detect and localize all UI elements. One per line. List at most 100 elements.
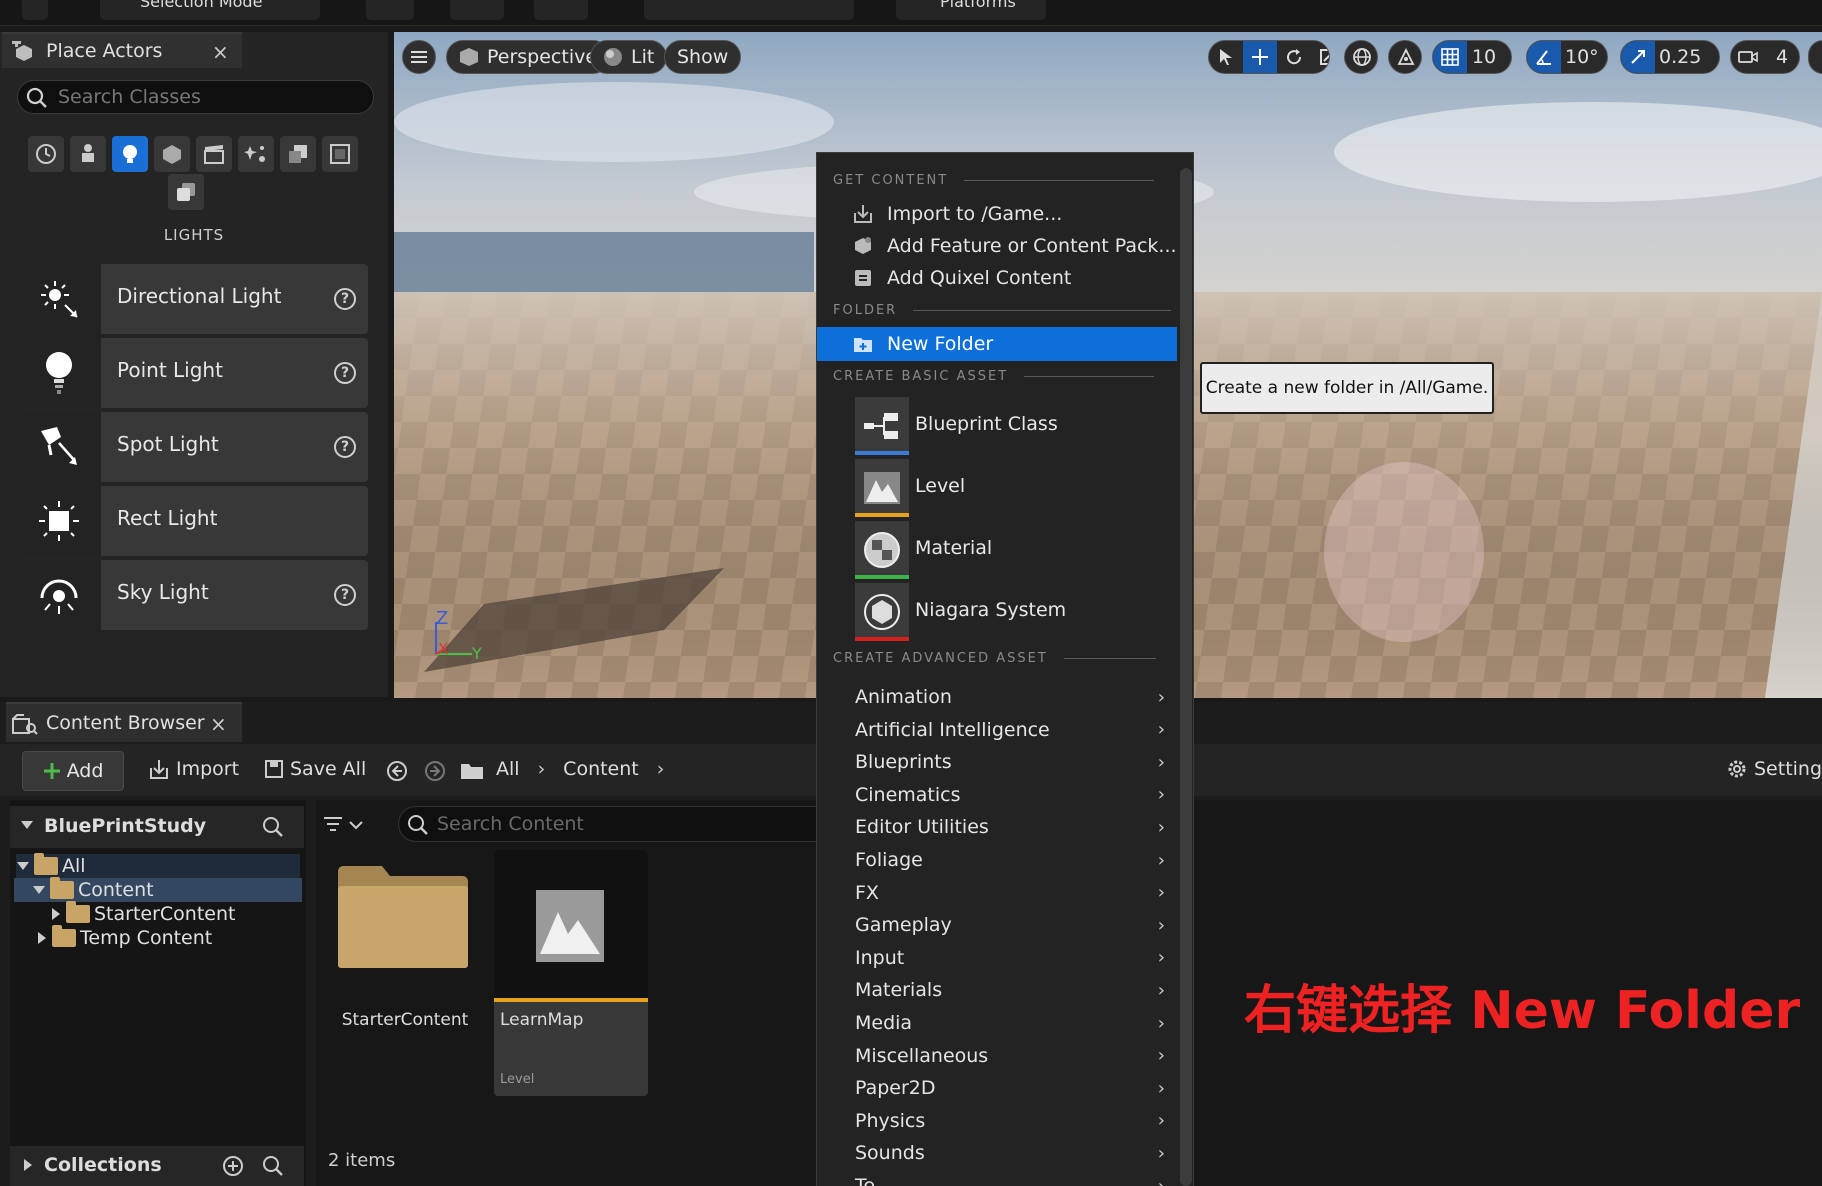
advanced-asset-item[interactable]: Miscellaneous › [855,1042,1165,1070]
menu-item-new-folder-content[interactable]: New Folder [853,333,993,355]
show-button[interactable]: Show [664,40,742,74]
menu-item-add-quixel[interactable]: Add Quixel Content [853,267,1071,289]
close-icon[interactable]: × [212,40,229,64]
lights-icon[interactable] [112,136,148,172]
save-all-button[interactable]: Save All [264,758,366,780]
rotation-snap-control[interactable]: 10° [1526,40,1608,74]
menu-item-add-feature[interactable]: Add Feature or Content Pack... [853,235,1177,257]
blueprint-class-icon [855,397,909,455]
close-icon[interactable]: × [210,712,227,736]
filter-icon[interactable] [322,814,366,836]
add-label: Add [66,760,104,782]
import-button[interactable]: Import [148,758,239,780]
advanced-asset-item[interactable]: Paper2D › [855,1074,1165,1102]
place-item-sky-light[interactable]: Sky Light ? [17,560,368,630]
select-tool-icon[interactable] [1209,41,1243,73]
add-actor-icon[interactable] [366,0,414,20]
lit-button[interactable]: Lit [590,40,668,74]
rotate-tool-icon[interactable] [1277,41,1311,73]
place-item-directional-light[interactable]: Directional Light ? [17,264,368,334]
search-icon[interactable] [262,1155,284,1177]
world-space-button[interactable] [1344,40,1378,74]
all-classes-icon[interactable] [322,136,358,172]
shapes-icon[interactable] [154,136,190,172]
basic-asset-material[interactable]: Material [855,521,1175,579]
tree-item-temp-content[interactable]: Temp Content [36,925,212,950]
search-icon[interactable] [262,816,284,838]
camera-speed-control[interactable]: 4 [1730,40,1800,74]
viewport-menu-button[interactable] [402,40,436,74]
search-classes-input[interactable]: Search Classes [17,80,374,114]
advanced-asset-item[interactable]: Editor Utilities › [855,813,1165,841]
advanced-asset-item[interactable]: FX › [855,879,1165,907]
history-forward-button[interactable] [424,760,446,782]
advanced-asset-item[interactable]: Physics › [855,1107,1165,1135]
unreal-editor-window: Selection Mode Platforms Place Actors × … [0,0,1822,1186]
advanced-asset-item[interactable]: Artificial Intelligence › [855,716,1165,744]
selection-mode-dropdown[interactable]: Selection Mode [100,0,320,20]
surface-snap-button[interactable] [1388,40,1422,74]
tree-item-all[interactable]: All [16,853,300,878]
place-item-spot-light[interactable]: Spot Light ? [17,412,368,482]
advanced-asset-item[interactable]: Materials › [855,976,1165,1004]
context-menu-scrollbar[interactable] [1180,168,1192,1186]
cinematic-icon[interactable] [196,136,232,172]
cinematics-icon[interactable] [534,0,588,20]
add-button[interactable]: Add [22,751,124,791]
recent-icon[interactable] [28,136,64,172]
perspective-button[interactable]: Perspective [446,40,611,74]
expand-arrow-icon [32,883,46,897]
breadcrumb-content[interactable]: Content [563,758,639,780]
help-icon[interactable]: ? [334,584,356,606]
menu-icon[interactable] [22,0,48,20]
asset-tile-startercontent[interactable]: StarterContent [330,860,480,1040]
breadcrumb-all[interactable]: All [496,758,520,780]
advanced-asset-label: Input [855,946,905,969]
advanced-asset-item[interactable]: Sounds › [855,1139,1165,1167]
chevron-right-icon: › [1157,914,1165,936]
place-item-rect-light[interactable]: Rect Light [17,486,368,556]
history-back-button[interactable] [386,760,408,782]
tree-item-content[interactable]: Content [14,877,302,902]
tree-item-startercontent[interactable]: StarterContent [50,901,235,926]
advanced-asset-item[interactable]: Te › [855,1172,1165,1186]
translate-tool-icon[interactable] [1243,41,1277,73]
help-icon[interactable]: ? [334,288,356,310]
basic-asset-niagara-system[interactable]: Niagara System [855,583,1175,641]
advanced-asset-item[interactable]: Blueprints › [855,748,1165,776]
back-arrow-icon [386,760,408,782]
platforms-dropdown[interactable]: Platforms [896,0,1046,20]
menu-item-import[interactable]: Import to /Game... [853,203,1062,225]
advanced-asset-item[interactable]: Media › [855,1009,1165,1037]
basic-icon[interactable] [70,136,106,172]
folder-nav-icon[interactable] [460,760,484,780]
settings-button[interactable]: Settings [1726,758,1822,780]
play-controls[interactable] [644,0,854,20]
settings-label: Settings [1754,758,1822,780]
help-icon[interactable]: ? [334,436,356,458]
collections-header[interactable]: Collections [10,1146,304,1186]
advanced-asset-item[interactable]: Foliage › [855,846,1165,874]
visual-effects-icon[interactable] [238,136,274,172]
place-item-point-light[interactable]: Point Light ? [17,338,368,408]
tab-content-browser[interactable]: Content Browser × [6,702,242,742]
help-icon[interactable]: ? [334,362,356,384]
blueprint-icon[interactable] [450,0,504,20]
grid-snap-control[interactable]: 10 [1432,40,1512,74]
advanced-asset-item[interactable]: Cinematics › [855,781,1165,809]
volumes-icon[interactable] [280,136,316,172]
advanced-asset-item[interactable]: Gameplay › [855,911,1165,939]
basic-asset-level[interactable]: Level [855,459,1175,517]
advanced-asset-item[interactable]: Input › [855,944,1165,972]
tab-place-actors[interactable]: Place Actors × [2,32,242,68]
basic-asset-blueprint-class[interactable]: Blueprint Class [855,397,1175,455]
project-header[interactable]: BluePrintStudy [10,806,304,848]
collections-label: Collections [44,1154,162,1176]
chevron-right-icon[interactable]: › [657,758,665,780]
place-actors-icon [12,41,36,63]
advanced-asset-item[interactable]: Animation › [855,683,1165,711]
asset-tile-learnmap[interactable]: LearnMap Level [494,850,648,1096]
geometry-icon[interactable] [168,174,204,210]
scale-snap-control[interactable]: 0.25 [1620,40,1720,74]
add-collection-icon[interactable] [222,1155,244,1177]
